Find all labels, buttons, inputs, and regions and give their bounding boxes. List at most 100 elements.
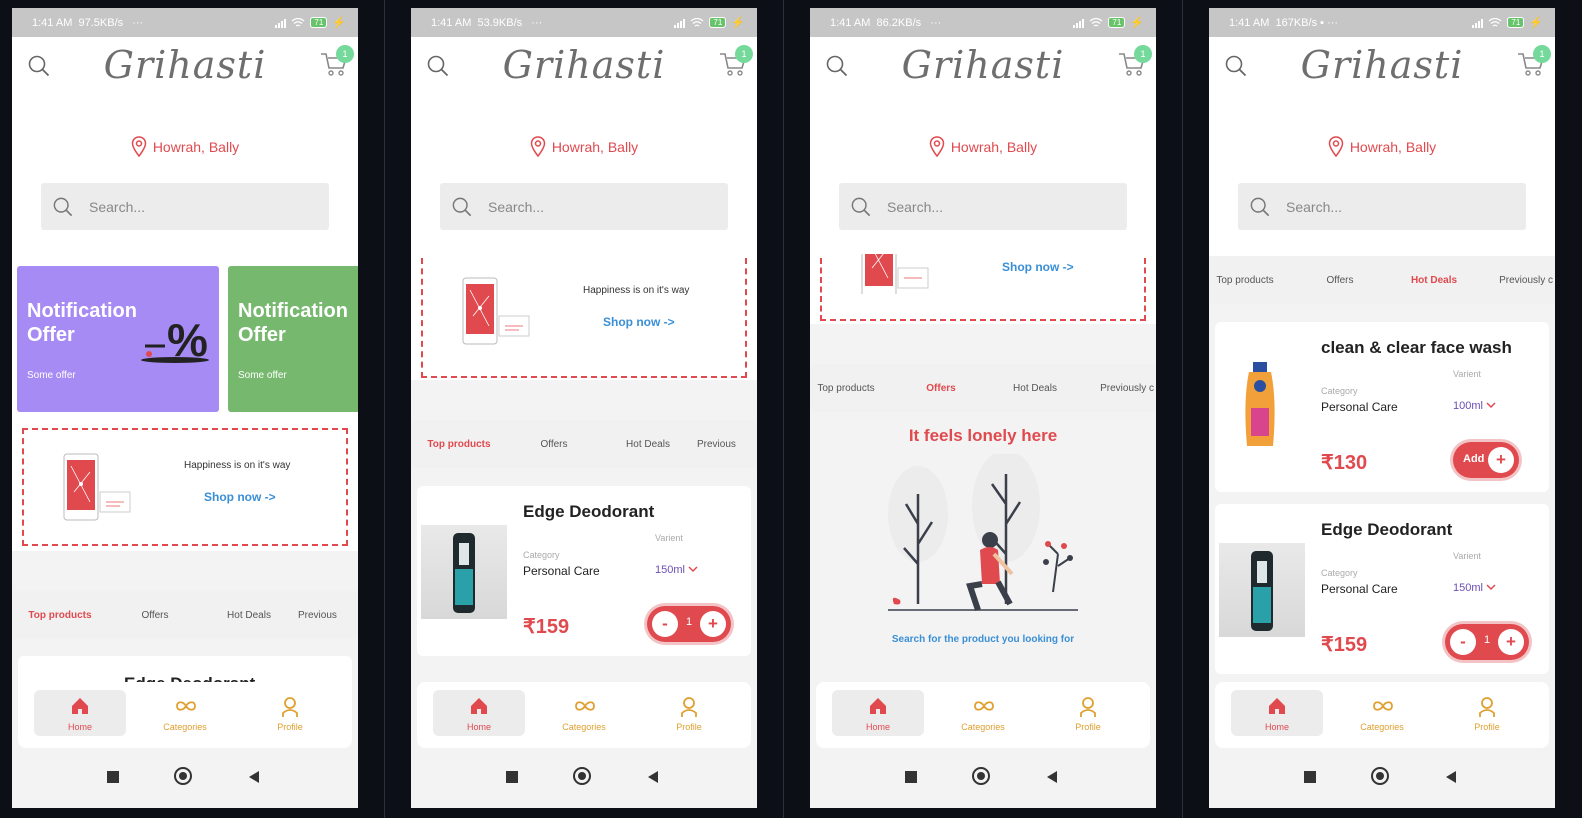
variant-label: Varient: [1453, 369, 1481, 379]
shop-now-link[interactable]: Shop now ->: [603, 315, 675, 329]
tab-previously[interactable]: Previously c: [1469, 275, 1553, 286]
deodorant-can-icon: [1251, 551, 1273, 631]
nav-profile[interactable]: Profile: [1042, 690, 1134, 736]
tab-top-products[interactable]: Top products: [12, 610, 108, 621]
home-icon: [471, 698, 487, 714]
location-selector[interactable]: Howrah, Bally: [1209, 136, 1555, 158]
search-bar[interactable]: [41, 183, 329, 230]
tab-offers[interactable]: Offers: [108, 610, 202, 621]
tab-top-products[interactable]: Top products: [1209, 275, 1281, 286]
variant-dropdown[interactable]: 150ml: [655, 564, 698, 576]
nav-profile[interactable]: Profile: [1441, 690, 1533, 736]
tab-offers[interactable]: Offers: [882, 383, 1000, 394]
tab-offers[interactable]: Offers: [507, 439, 601, 450]
wifi-icon: [1089, 17, 1103, 27]
percent-illustration-icon: %: [141, 316, 209, 364]
location-selector[interactable]: Howrah, Bally: [411, 136, 757, 158]
cart-button[interactable]: 1: [1118, 45, 1152, 81]
search-input[interactable]: [885, 197, 1089, 216]
location-pin-icon: [929, 136, 945, 158]
cart-button[interactable]: 1: [1517, 45, 1551, 81]
nav-categories[interactable]: Categories: [1336, 690, 1428, 736]
promo-card[interactable]: Shop now ->: [820, 254, 1146, 321]
search-bar[interactable]: [1238, 183, 1526, 230]
back-button[interactable]: [1046, 771, 1058, 783]
back-button[interactable]: [248, 771, 260, 783]
home-system-button[interactable]: [972, 767, 990, 785]
back-button[interactable]: [647, 771, 659, 783]
add-label: Add: [1463, 453, 1485, 465]
decrement-button[interactable]: -: [652, 611, 678, 637]
home-system-button[interactable]: [1371, 767, 1389, 785]
tab-hot-deals[interactable]: Hot Deals: [601, 439, 695, 450]
recent-apps-button[interactable]: [1304, 771, 1316, 783]
offer-banner[interactable]: Notification Offer Some offer: [228, 266, 358, 412]
nav-home[interactable]: Home: [1231, 690, 1323, 736]
product-image: [1219, 543, 1305, 637]
tab-top-products[interactable]: Top products: [411, 439, 507, 450]
nav-home[interactable]: Home: [34, 690, 126, 736]
offer-banner[interactable]: Notification Offer Some offer %: [17, 266, 219, 412]
recent-apps-button[interactable]: [107, 771, 119, 783]
tab-previously[interactable]: Previous: [695, 439, 757, 450]
cart-count-badge: 1: [735, 45, 753, 63]
shop-now-link[interactable]: Shop now ->: [1002, 260, 1074, 274]
location-selector[interactable]: Howrah, Bally: [810, 136, 1156, 158]
tab-hot-deals[interactable]: Hot Deals: [1000, 383, 1070, 394]
product-card[interactable]: Edge Deodorant Category Personal Care Va…: [417, 486, 751, 656]
tab-offers[interactable]: Offers: [1281, 275, 1399, 286]
promo-card[interactable]: Happiness is on it's way Shop now ->: [421, 258, 747, 378]
cart-button[interactable]: 1: [719, 45, 753, 81]
infinity-icon: [1373, 701, 1393, 711]
nav-categories[interactable]: Categories: [139, 690, 231, 736]
nav-profile-label: Profile: [277, 722, 303, 732]
search-bar[interactable]: [839, 183, 1127, 230]
status-time: 1:41 AM: [830, 16, 871, 29]
recent-apps-button[interactable]: [905, 771, 917, 783]
search-input[interactable]: [87, 197, 291, 216]
shop-now-link[interactable]: Shop now ->: [204, 490, 276, 504]
add-to-cart-button[interactable]: Add +: [1453, 442, 1519, 478]
nav-home[interactable]: Home: [433, 690, 525, 736]
home-system-button[interactable]: [573, 767, 591, 785]
tab-hot-deals[interactable]: Hot Deals: [1399, 275, 1469, 286]
status-time: 1:41 AM: [431, 16, 472, 29]
battery-icon: 71: [310, 17, 328, 28]
increment-button[interactable]: +: [1498, 629, 1524, 655]
tab-previously[interactable]: Previously c: [1070, 383, 1154, 394]
tab-hot-deals[interactable]: Hot Deals: [202, 610, 296, 621]
offer-title: Notification Offer: [27, 300, 137, 346]
recent-apps-button[interactable]: [506, 771, 518, 783]
cart-button[interactable]: 1: [320, 45, 354, 81]
nav-profile[interactable]: Profile: [643, 690, 735, 736]
infinity-icon: [575, 701, 595, 711]
decrement-button[interactable]: -: [1450, 629, 1476, 655]
app-header: Grihasti 1: [411, 37, 757, 112]
nav-home[interactable]: Home: [832, 690, 924, 736]
tab-top-products[interactable]: Top products: [810, 383, 882, 394]
signal-icon: [1472, 18, 1484, 28]
search-input[interactable]: [1284, 197, 1488, 216]
product-image: [1219, 360, 1305, 454]
nav-profile-label: Profile: [1075, 722, 1101, 732]
home-system-button[interactable]: [174, 767, 192, 785]
search-bar[interactable]: [440, 183, 728, 230]
search-icon: [53, 197, 73, 216]
offer-subtitle: Some offer: [27, 370, 76, 381]
promo-card[interactable]: Happiness is on it's way Shop now ->: [22, 428, 348, 546]
variant-dropdown[interactable]: 100ml: [1453, 400, 1496, 412]
nav-categories[interactable]: Categories: [937, 690, 1029, 736]
app-header: Grihasti 1: [810, 37, 1156, 112]
variant-dropdown[interactable]: 150ml: [1453, 582, 1496, 594]
bottom-nav: Home Categories Profile: [417, 682, 751, 748]
tab-previously[interactable]: Previous: [296, 610, 358, 621]
nav-categories[interactable]: Categories: [538, 690, 630, 736]
product-card[interactable]: Edge Deodorant Category Personal Care Va…: [1215, 504, 1549, 674]
increment-button[interactable]: +: [700, 611, 726, 637]
phone-screen-top-products: 1:41 AM 53.9KB/s ··· 71 ⚡ Grihasti 1 How…: [411, 8, 757, 808]
back-button[interactable]: [1445, 771, 1457, 783]
product-card[interactable]: clean & clear face wash Category Persona…: [1215, 322, 1549, 492]
location-selector[interactable]: Howrah, Bally: [12, 136, 358, 158]
nav-profile[interactable]: Profile: [244, 690, 336, 736]
search-input[interactable]: [486, 197, 690, 216]
